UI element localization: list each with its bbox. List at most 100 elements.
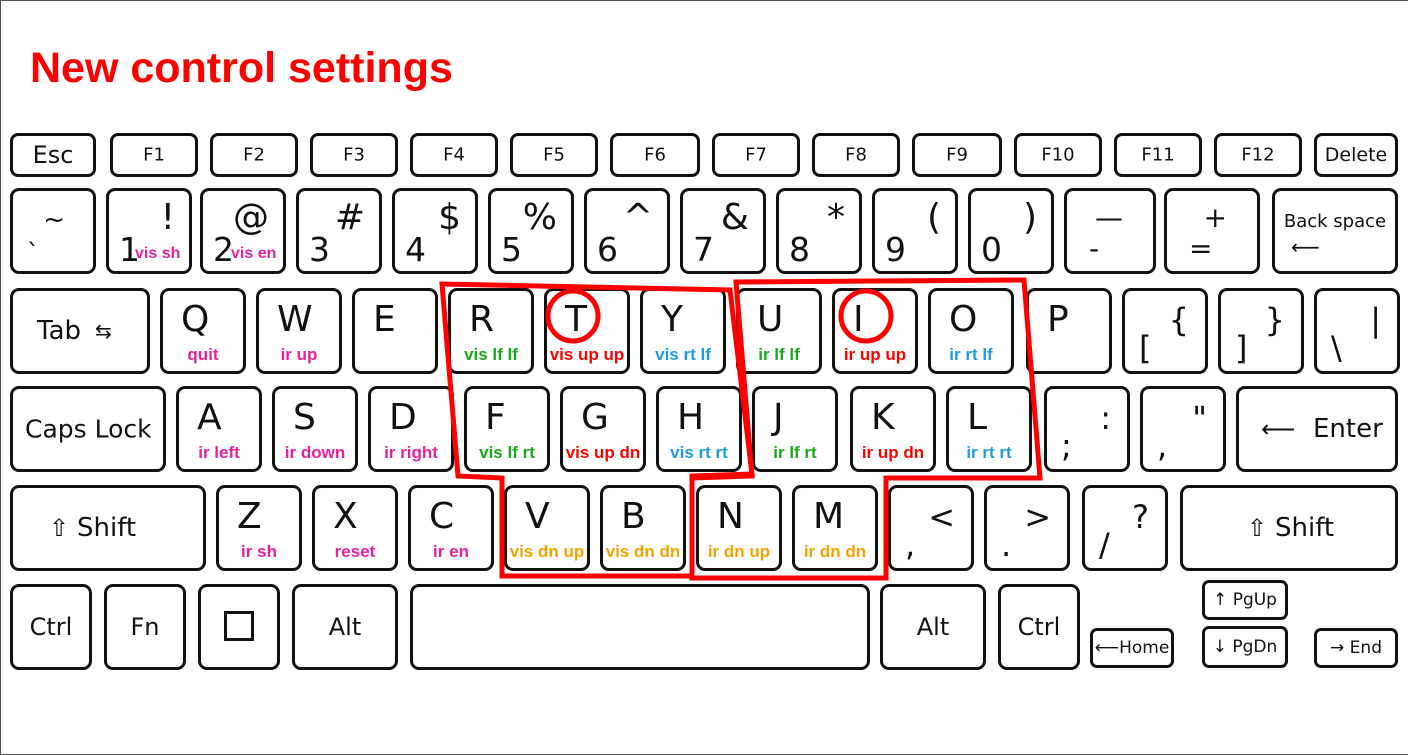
key-letter: I <box>853 299 864 340</box>
key-bracket-0[interactable]: {[ <box>1122 288 1208 374</box>
key-num-6[interactable]: ^ 6 <box>584 188 670 274</box>
key-pgup[interactable]: ↑ PgUp <box>1202 580 1288 620</box>
key-u[interactable]: Uir lf lf <box>736 288 822 374</box>
key-f9[interactable]: F9 <box>912 133 1002 177</box>
key-letter: O <box>949 299 978 340</box>
key-f4[interactable]: F4 <box>410 133 498 177</box>
key-f10[interactable]: F10 <box>1014 133 1102 177</box>
key-c[interactable]: Cir en <box>408 485 494 571</box>
key-b[interactable]: Bvis dn dn <box>600 485 686 571</box>
key-esc[interactable]: Esc <box>10 133 96 177</box>
key-num-10[interactable]: ) 0 <box>968 188 1054 274</box>
key-o[interactable]: Oir rt lf <box>928 288 1014 374</box>
key-f2[interactable]: F2 <box>210 133 298 177</box>
key-num-3[interactable]: #3 <box>296 188 382 274</box>
key-fn[interactable]: Fn <box>104 584 186 670</box>
key-s[interactable]: Sir down <box>272 386 358 472</box>
key-num-9[interactable]: (9 <box>872 188 958 274</box>
shift-label: Shift <box>1275 513 1335 543</box>
key-num-5[interactable]: % 5 <box>488 188 574 274</box>
key-num-2[interactable]: @2 vis en <box>200 188 286 274</box>
key-punct-1[interactable]: ", <box>1140 386 1226 472</box>
key-backspace[interactable]: Back space ⟵ <box>1272 188 1398 274</box>
key-num-11[interactable]: — - <box>1064 188 1156 274</box>
key-p[interactable]: P <box>1026 288 1112 374</box>
home-label: Home <box>1119 638 1170 658</box>
key-pgdn[interactable]: ↓ PgDn <box>1202 626 1288 668</box>
key-num-4[interactable]: $4 <box>392 188 478 274</box>
key-label: F9 <box>946 144 968 166</box>
key-ctrl-left[interactable]: Ctrl <box>10 584 92 670</box>
key-home[interactable]: ⟵Home <box>1090 628 1174 668</box>
key-punct-3[interactable]: >. <box>984 485 1070 571</box>
key-action-label: vis sh <box>135 245 181 262</box>
key-space[interactable] <box>410 584 870 670</box>
key-f7[interactable]: F7 <box>712 133 800 177</box>
key-base-symbol: . <box>1001 526 1012 564</box>
key-shift-left[interactable]: ⇧ Shift <box>10 485 206 571</box>
pgdn-label: PgDn <box>1232 637 1278 657</box>
key-k[interactable]: Kir up dn <box>850 386 936 472</box>
key-num-7[interactable]: & 7 <box>680 188 766 274</box>
key-r[interactable]: Rvis lf lf <box>448 288 534 374</box>
key-z[interactable]: Zir sh <box>216 485 302 571</box>
key-windows[interactable] <box>198 584 280 670</box>
key-i[interactable]: Iir up up <box>832 288 918 374</box>
key-q[interactable]: Qquit <box>160 288 246 374</box>
caps-label: Caps Lock <box>25 414 152 444</box>
key-delete[interactable]: Delete <box>1314 133 1398 177</box>
key-m[interactable]: Mir dn dn <box>792 485 878 571</box>
key-n[interactable]: Nir dn up <box>696 485 782 571</box>
key-base-symbol: 7 <box>693 230 714 269</box>
key-num-0[interactable]: ~ ` <box>10 188 96 274</box>
key-d[interactable]: Dir right <box>368 386 454 472</box>
key-bracket-2[interactable]: | \ <box>1314 288 1400 374</box>
key-f6[interactable]: F6 <box>610 133 700 177</box>
key-ctrl-right[interactable]: Ctrl <box>998 584 1080 670</box>
key-action-label: vis en <box>231 245 277 262</box>
key-f3[interactable]: F3 <box>310 133 398 177</box>
key-f8[interactable]: F8 <box>812 133 900 177</box>
key-e[interactable]: E <box>352 288 438 374</box>
key-num-8[interactable]: * 8 <box>776 188 862 274</box>
key-alt-right[interactable]: Alt <box>880 584 986 670</box>
key-y[interactable]: Yvis rt lf <box>640 288 726 374</box>
key-f12[interactable]: F12 <box>1214 133 1302 177</box>
key-shift-symbol: * <box>827 197 845 238</box>
key-num-1[interactable]: ! 1 vis sh <box>106 188 192 274</box>
shift-label: Shift <box>77 513 137 543</box>
key-f1[interactable]: F1 <box>110 133 198 177</box>
key-tab[interactable]: Tab ⇆ <box>10 288 150 374</box>
key-h[interactable]: Hvis rt rt <box>656 386 742 472</box>
key-action-label: reset <box>334 542 376 561</box>
key-g[interactable]: Gvis up dn <box>560 386 646 472</box>
key-f11[interactable]: F11 <box>1114 133 1202 177</box>
key-caps-lock[interactable]: Caps Lock <box>10 386 166 472</box>
key-end[interactable]: → End <box>1314 628 1398 668</box>
key-alt-left[interactable]: Alt <box>292 584 398 670</box>
key-letter: W <box>277 299 313 340</box>
key-punct-2[interactable]: <, <box>888 485 974 571</box>
key-letter: K <box>871 397 895 438</box>
key-j[interactable]: Jir lf rt <box>752 386 838 472</box>
key-f[interactable]: Fvis lf rt <box>464 386 550 472</box>
key-shift-symbol: + <box>1203 201 1227 234</box>
key-num-12[interactable]: + = <box>1164 188 1260 274</box>
key-shift-symbol: ^ <box>622 197 653 238</box>
key-x[interactable]: Xreset <box>312 485 398 571</box>
key-enter[interactable]: ⟵ Enter <box>1236 386 1398 472</box>
key-punct-0[interactable]: :; <box>1044 386 1130 472</box>
key-action-label: vis lf rt <box>479 443 535 462</box>
key-w[interactable]: Wir up <box>256 288 342 374</box>
key-v[interactable]: Vvis dn up <box>504 485 590 571</box>
key-bracket-1[interactable]: }] <box>1218 288 1304 374</box>
key-l[interactable]: Lir rt rt <box>946 386 1032 472</box>
key-punct-4[interactable]: ? / <box>1082 485 1168 571</box>
key-t[interactable]: Tvis up up <box>544 288 630 374</box>
key-a[interactable]: Air left <box>176 386 262 472</box>
key-shift-right[interactable]: ⇧ Shift <box>1180 485 1398 571</box>
key-f5[interactable]: F5 <box>510 133 598 177</box>
key-letter: B <box>621 496 646 537</box>
key-action-label: ir right <box>384 443 438 462</box>
key-action-label: ir lf lf <box>758 345 800 364</box>
